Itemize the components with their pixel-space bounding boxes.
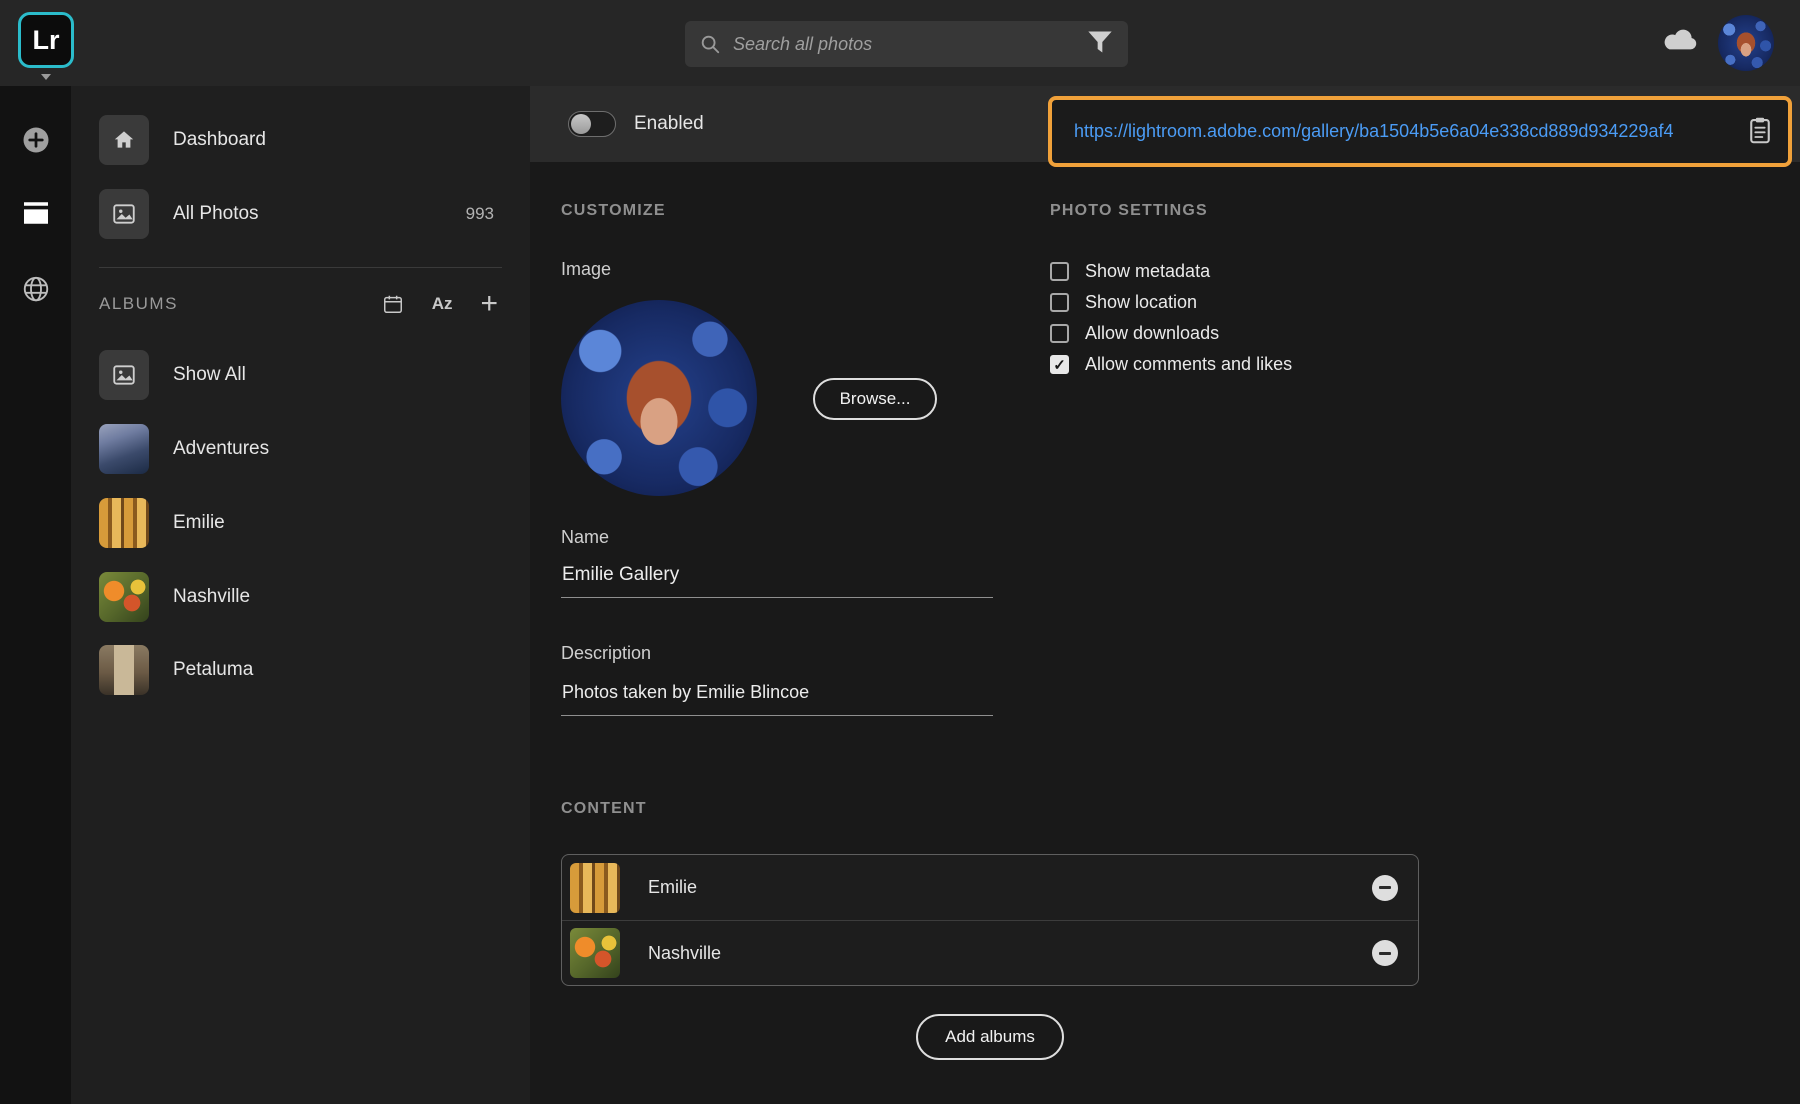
album-thumbnail — [99, 498, 149, 548]
cloud-sync-icon[interactable] — [1660, 27, 1700, 58]
sidebar-album-adventures[interactable]: Adventures — [71, 421, 530, 477]
shared-web-globe-icon[interactable] — [21, 274, 51, 307]
search-bar — [685, 21, 1128, 67]
sidebar-album-petaluma[interactable]: Petaluma — [71, 642, 530, 698]
content-album-label: Nashville — [648, 943, 721, 964]
sidebar: Dashboard All Photos 993 ALBUMS Az — [71, 86, 530, 1104]
checkbox-unchecked-icon[interactable] — [1050, 324, 1069, 343]
photo-settings-section-title: PHOTO SETTINGS — [1050, 202, 1208, 220]
photo-settings-list: Show metadata Show location Allow downlo… — [1050, 256, 1292, 380]
lightroom-logo[interactable]: Lr — [18, 12, 74, 68]
copy-to-clipboard-icon[interactable] — [1746, 114, 1774, 149]
sidebar-album-show-all[interactable]: Show All — [71, 347, 530, 403]
top-bar: Lr — [0, 0, 1800, 86]
setting-label: Show location — [1085, 292, 1197, 313]
sidebar-item-dashboard[interactable]: Dashboard — [71, 112, 530, 168]
add-album-icon[interactable]: + — [480, 293, 498, 315]
checkbox-unchecked-icon[interactable] — [1050, 293, 1069, 312]
album-thumbnail — [570, 863, 620, 913]
all-photos-count: 993 — [466, 204, 494, 224]
search-icon — [699, 33, 721, 55]
setting-label: Allow comments and likes — [1085, 354, 1292, 375]
albums-header: ALBUMS Az + — [71, 282, 530, 326]
lightroom-logo-text: Lr — [33, 25, 60, 56]
checkbox-unchecked-icon[interactable] — [1050, 262, 1069, 281]
user-avatar[interactable] — [1718, 15, 1774, 71]
gallery-name-input[interactable] — [561, 558, 993, 598]
filter-funnel-icon[interactable] — [1086, 29, 1114, 58]
share-url-link[interactable]: https://lightroom.adobe.com/gallery/ba15… — [1074, 121, 1746, 142]
gallery-description-input[interactable] — [561, 676, 993, 716]
add-albums-button[interactable]: Add albums — [916, 1014, 1064, 1060]
album-label: Adventures — [173, 438, 269, 460]
sidebar-divider — [99, 267, 502, 268]
album-label: Petaluma — [173, 659, 253, 681]
content-row-nashville: Nashville — [562, 920, 1418, 985]
gallery-cover-image — [561, 300, 757, 496]
description-field-label: Description — [561, 643, 651, 664]
photos-icon — [99, 189, 149, 239]
library-tray-icon[interactable] — [21, 201, 51, 228]
setting-allow-comments-likes[interactable]: Allow comments and likes — [1050, 349, 1292, 380]
search-input[interactable] — [733, 34, 1114, 55]
enabled-toggle[interactable] — [568, 111, 616, 137]
sidebar-item-all-photos[interactable]: All Photos 993 — [71, 186, 530, 242]
customize-section-title: CUSTOMIZE — [561, 202, 666, 220]
album-alpha-sort-icon[interactable]: Az — [432, 294, 453, 314]
setting-allow-downloads[interactable]: Allow downloads — [1050, 318, 1292, 349]
album-label: Show All — [173, 364, 246, 386]
toggle-knob — [571, 114, 591, 134]
album-thumbnail — [570, 928, 620, 978]
remove-album-icon[interactable] — [1372, 940, 1398, 966]
content-section-title: CONTENT — [561, 800, 647, 818]
album-date-sort-icon[interactable] — [382, 293, 404, 315]
sidebar-album-emilie[interactable]: Emilie — [71, 495, 530, 551]
setting-show-location[interactable]: Show location — [1050, 287, 1292, 318]
home-icon — [99, 115, 149, 165]
image-field-label: Image — [561, 259, 611, 280]
share-url-highlight-box: https://lightroom.adobe.com/gallery/ba15… — [1048, 96, 1792, 167]
setting-show-metadata[interactable]: Show metadata — [1050, 256, 1292, 287]
album-label: Nashville — [173, 586, 250, 608]
sidebar-album-nashville[interactable]: Nashville — [71, 569, 530, 625]
albums-title: ALBUMS — [99, 294, 178, 314]
checkbox-checked-icon[interactable] — [1050, 355, 1069, 374]
content-row-emilie: Emilie — [562, 855, 1418, 920]
sidebar-item-label: All Photos — [173, 203, 259, 225]
content-album-label: Emilie — [648, 877, 697, 898]
photos-icon — [99, 350, 149, 400]
content-albums-box: Emilie Nashville — [561, 854, 1419, 986]
setting-label: Allow downloads — [1085, 323, 1219, 344]
album-thumbnail — [99, 645, 149, 695]
album-thumbnail — [99, 572, 149, 622]
enabled-label: Enabled — [634, 113, 704, 135]
browse-button[interactable]: Browse... — [813, 378, 937, 420]
sidebar-item-label: Dashboard — [173, 129, 266, 151]
remove-album-icon[interactable] — [1372, 875, 1398, 901]
album-label: Emilie — [173, 512, 225, 534]
name-field-label: Name — [561, 527, 609, 548]
setting-label: Show metadata — [1085, 261, 1210, 282]
album-thumbnail — [99, 424, 149, 474]
logo-dropdown-caret-icon[interactable] — [41, 74, 51, 80]
left-icon-rail — [0, 86, 71, 1104]
add-photos-icon[interactable] — [21, 125, 51, 158]
